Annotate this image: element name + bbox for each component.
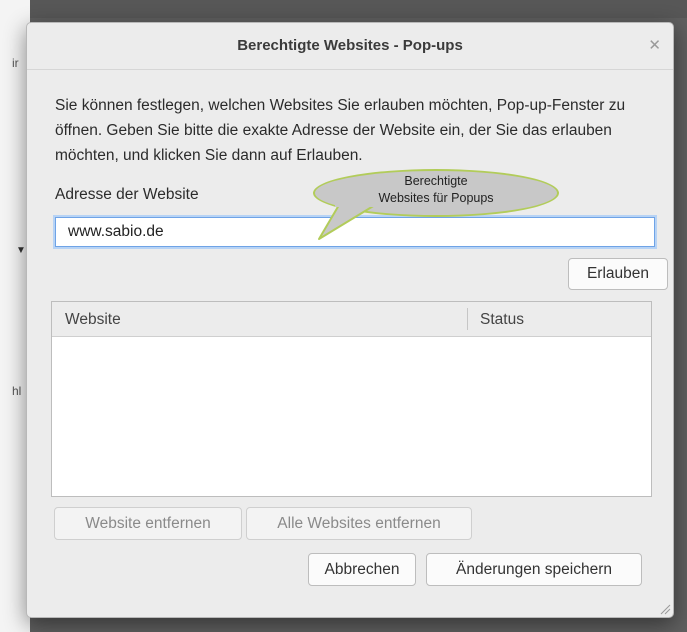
websites-table: Website Status <box>51 301 652 497</box>
allow-button[interactable]: Erlauben <box>568 258 668 290</box>
address-label: Adresse der Website <box>55 186 199 203</box>
background-text: hl <box>12 384 22 398</box>
column-header-website[interactable]: Website <box>65 311 121 329</box>
dialog-titlebar: Berechtigte Websites - Pop-ups ✕ <box>27 23 673 70</box>
cancel-button[interactable]: Abbrechen <box>308 553 416 586</box>
annotation-bubble-tail <box>318 203 379 240</box>
annotation-text: Berechtigte Websites für Popups <box>313 173 559 207</box>
background-top-bar <box>0 0 687 18</box>
close-icon[interactable]: ✕ <box>648 36 661 54</box>
annotation-line-1: Berechtigte <box>404 174 468 188</box>
save-changes-button[interactable]: Änderungen speichern <box>426 553 642 586</box>
column-header-status[interactable]: Status <box>480 311 524 329</box>
remove-website-button[interactable]: Website entfernen <box>54 507 242 540</box>
permissions-dialog: Berechtigte Websites - Pop-ups ✕ Sie kön… <box>26 22 674 618</box>
annotation-line-2: Websites für Popups <box>378 191 494 205</box>
remove-all-websites-button[interactable]: Alle Websites entfernen <box>246 507 472 540</box>
table-header: Website Status <box>52 302 651 337</box>
table-body <box>52 337 651 496</box>
dialog-description: Sie können festlegen, welchen Websites S… <box>55 97 626 164</box>
dialog-title: Berechtigte Websites - Pop-ups <box>237 37 463 54</box>
background-text: ir <box>12 56 19 70</box>
resize-grip-icon[interactable] <box>659 603 671 615</box>
column-divider <box>467 308 468 330</box>
background-dropdown-arrow-icon: ▼ <box>16 245 26 256</box>
